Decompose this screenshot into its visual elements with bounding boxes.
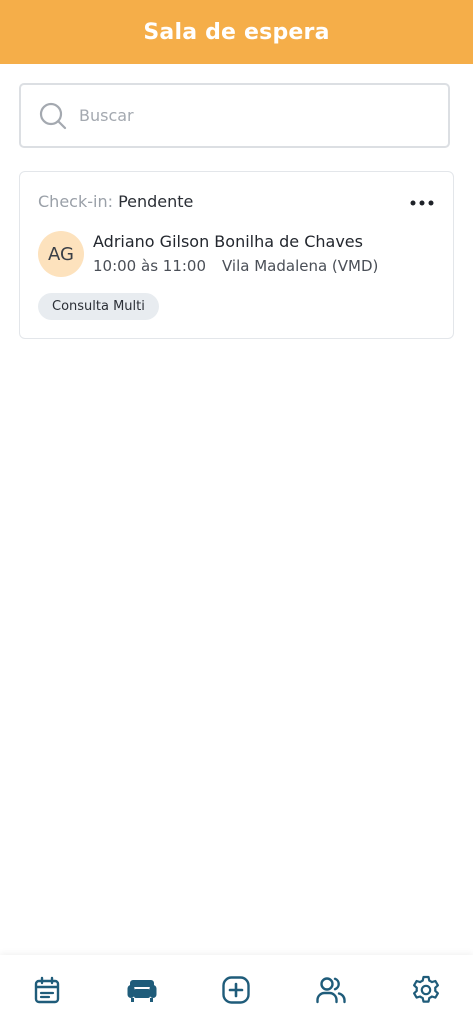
more-options-icon[interactable] bbox=[409, 194, 435, 212]
calendar-icon bbox=[35, 976, 60, 1003]
checkin-label: Check-in: bbox=[38, 192, 113, 211]
appointment-details: 10:00 às 11:00 Vila Madalena (VMD) bbox=[93, 257, 378, 275]
app-header: Sala de espera bbox=[0, 0, 473, 64]
search-input[interactable] bbox=[77, 105, 421, 126]
nav-item-waiting-room[interactable] bbox=[117, 965, 167, 1015]
appointment-type-badge: Consulta Multi bbox=[38, 293, 159, 320]
search-icon bbox=[39, 102, 67, 129]
nav-item-agenda[interactable] bbox=[22, 965, 72, 1015]
appointment-card[interactable]: Check-in: Pendente AG Adriano Gilson Bon… bbox=[19, 171, 454, 339]
search-bar[interactable] bbox=[19, 83, 450, 148]
checkin-status: Check-in: Pendente bbox=[38, 192, 193, 211]
patient-name: Adriano Gilson Bonilha de Chaves bbox=[93, 232, 363, 251]
plus-square-icon bbox=[222, 975, 251, 1004]
appointment-time: 10:00 às 11:00 bbox=[93, 257, 206, 275]
checkin-value: Pendente bbox=[118, 192, 194, 211]
bottom-navigation bbox=[0, 955, 473, 1024]
gear-icon bbox=[412, 975, 439, 1003]
armchair-icon bbox=[127, 979, 157, 1002]
users-icon bbox=[316, 976, 346, 1003]
avatar: AG bbox=[38, 231, 84, 277]
nav-item-new[interactable] bbox=[211, 965, 261, 1015]
appointment-location: Vila Madalena (VMD) bbox=[222, 257, 379, 275]
nav-item-patients[interactable] bbox=[306, 965, 356, 1015]
page-title: Sala de espera bbox=[143, 19, 330, 45]
nav-item-settings[interactable] bbox=[401, 965, 451, 1015]
